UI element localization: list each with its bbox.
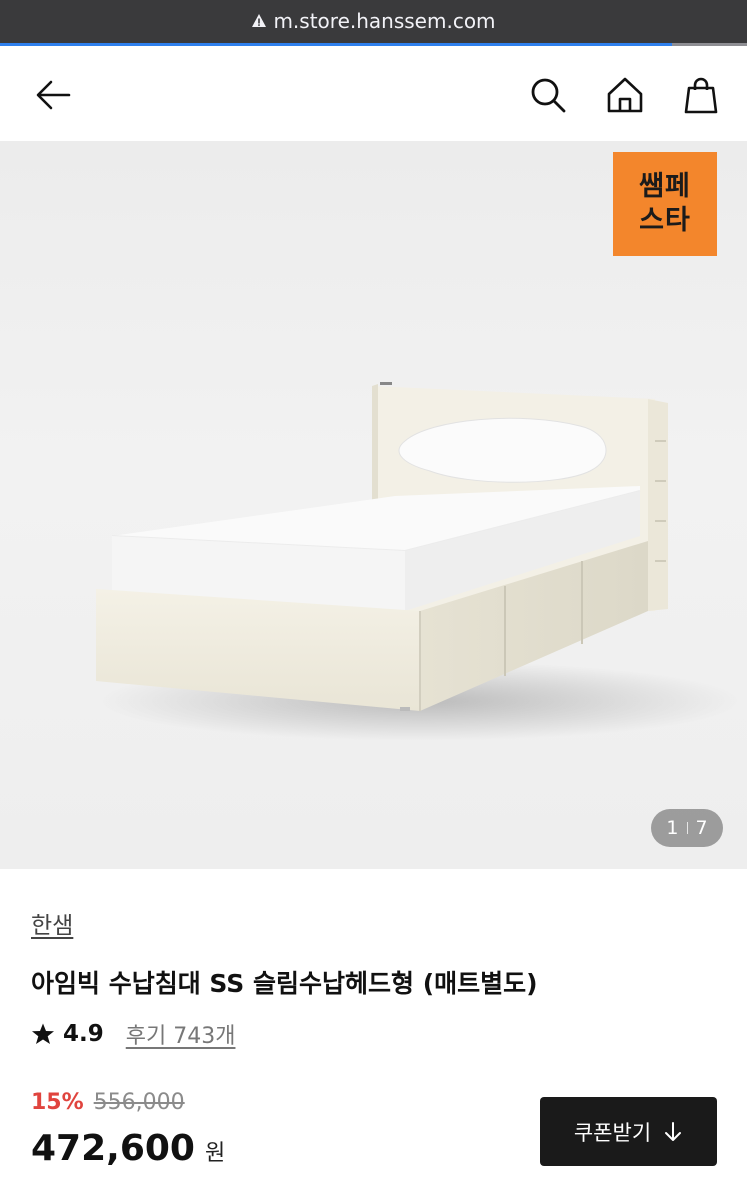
discount-rate: 15%: [31, 1090, 84, 1115]
brand-link[interactable]: 한샘: [31, 906, 73, 940]
promo-badge-line2: 스타: [639, 205, 691, 236]
url-text[interactable]: m.store.hanssem.com: [273, 9, 495, 33]
download-arrow-icon: [665, 1121, 682, 1141]
browser-url-bar[interactable]: m.store.hanssem.com: [0, 0, 747, 46]
coupon-download-button[interactable]: 쿠폰받기: [540, 1097, 717, 1166]
home-button[interactable]: [604, 74, 646, 116]
promo-badge[interactable]: 쌤페 스타: [613, 152, 717, 256]
warning-icon: [252, 14, 267, 27]
sale-price: 472,600: [31, 1128, 195, 1169]
image-counter-divider: [686, 822, 688, 834]
shopping-bag-icon: [684, 77, 718, 114]
search-button[interactable]: [527, 74, 569, 116]
discount-row: 15% 556,000: [31, 1090, 185, 1115]
image-counter-current: 1: [666, 817, 679, 839]
image-counter-total: 7: [695, 817, 708, 839]
app-header: [0, 46, 747, 141]
product-title: 아임빅 수납침대 SS 슬림수납헤드형 (매트별도): [31, 969, 538, 998]
home-icon: [607, 77, 643, 113]
search-icon: [531, 78, 566, 113]
currency-unit: 원: [204, 1141, 226, 1166]
image-counter: 1 7: [651, 809, 723, 847]
back-arrow-icon: [36, 80, 71, 110]
reviews-link[interactable]: 후기 743개: [126, 1018, 236, 1050]
rating-value: 4.9: [63, 1021, 104, 1047]
back-button[interactable]: [32, 74, 74, 116]
product-image-gallery[interactable]: 쌤페 스타 1 7: [0, 141, 747, 869]
price-row: 472,600 원: [31, 1128, 225, 1169]
coupon-button-label: 쿠폰받기: [573, 1120, 652, 1145]
star-icon: [32, 1023, 54, 1044]
cart-button[interactable]: [680, 74, 722, 116]
promo-badge-line1: 쌤페: [639, 171, 691, 202]
rating-row: 4.9 후기 743개: [31, 1018, 235, 1050]
original-price: 556,000: [93, 1090, 185, 1115]
